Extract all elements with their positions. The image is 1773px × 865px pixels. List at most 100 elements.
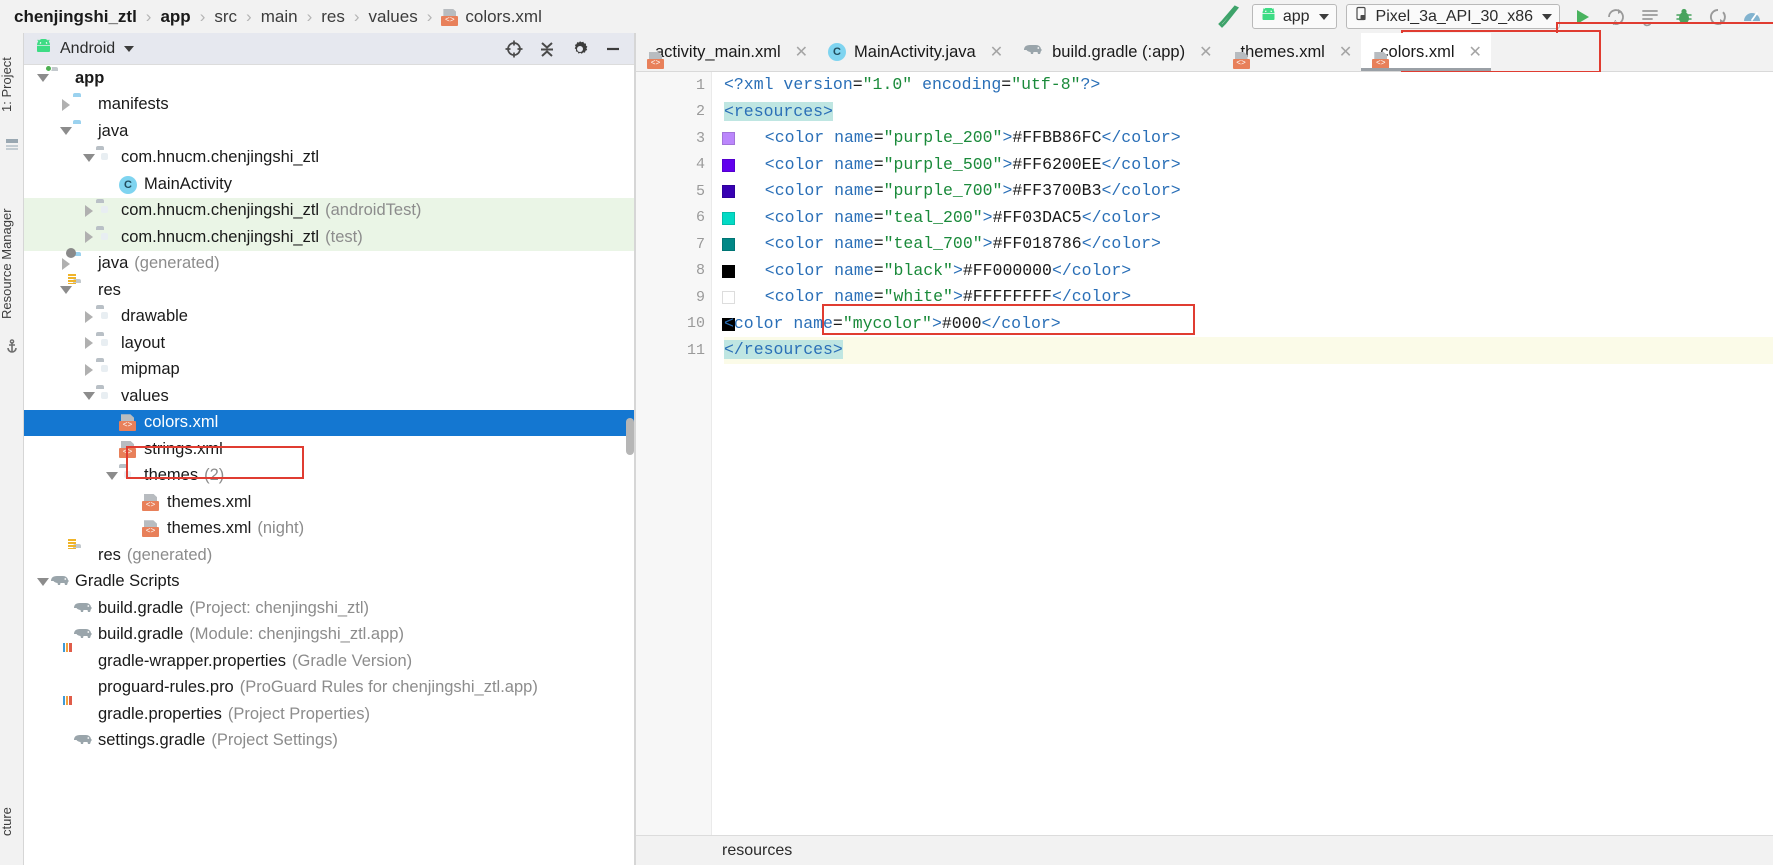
bug-icon[interactable]: [1671, 4, 1696, 29]
chevron-right-icon[interactable]: [82, 310, 96, 324]
device-selector[interactable]: Pixel_3a_API_30_x86: [1345, 4, 1560, 29]
code-token: =: [873, 154, 884, 174]
play-triangle-icon[interactable]: [1569, 4, 1594, 29]
tool-window-resource-manager[interactable]: Resource Manager: [0, 188, 23, 340]
code-line[interactable]: </resources>: [724, 337, 1773, 364]
tree-item-java[interactable]: java: [24, 118, 634, 145]
breadcrumb-item-label: main: [260, 6, 298, 26]
build-hammer-icon[interactable]: [1217, 4, 1243, 29]
tree-item-values[interactable]: values: [24, 383, 634, 410]
chevron-down-icon[interactable]: [59, 283, 73, 297]
chevron-right-icon[interactable]: [59, 257, 73, 271]
tree-item-gradle-scripts[interactable]: Gradle Scripts: [24, 569, 634, 596]
tree-item-res[interactable]: res (generated): [24, 538, 634, 569]
project-view-selector-label[interactable]: Android: [60, 40, 115, 58]
tree-item-gradle-properties[interactable]: gradle.properties (Project Properties): [24, 695, 634, 728]
tree-item-proguard-rules-pro[interactable]: proguard-rules.pro (ProGuard Rules for ch…: [24, 675, 634, 702]
tool-window-project[interactable]: 1: Project: [0, 39, 23, 131]
tree-item-manifests[interactable]: manifests: [24, 92, 634, 119]
anchor-icon[interactable]: [4, 339, 20, 355]
chevron-down-icon[interactable]: [82, 151, 96, 165]
tree-item-themes-xml[interactable]: <> themes.xml: [24, 489, 634, 516]
close-icon[interactable]: ✕: [1469, 42, 1482, 62]
tree-item-colors-xml[interactable]: <> colors.xml: [24, 409, 634, 436]
close-icon[interactable]: ✕: [795, 42, 808, 62]
tree-item-themes-xml[interactable]: <> themes.xml (night): [24, 516, 634, 543]
tree-item-build-gradle[interactable]: build.gradle (Module: chenjingshi_ztl.app…: [24, 622, 634, 649]
minimize-icon[interactable]: [603, 39, 623, 59]
editor-tab-colors-xml[interactable]: <> colors.xml ✕: [1361, 33, 1491, 71]
line-number: 3: [695, 129, 705, 147]
breadcrumb-item-chenjingshi-ztl[interactable]: chenjingshi_ztl: [14, 7, 137, 27]
breadcrumb-item-main[interactable]: main: [261, 7, 298, 27]
editor-tab-themes-xml[interactable]: <> themes.xml ✕: [1221, 33, 1362, 71]
tree-item-layout[interactable]: layout: [24, 330, 634, 357]
close-icon[interactable]: ✕: [1339, 42, 1352, 62]
code-line[interactable]: <color name="teal_200">#FF03DAC5</color>: [724, 205, 1773, 232]
chevron-down-icon[interactable]: [59, 124, 73, 138]
editor-tab-build-gradle-app-[interactable]: build.gradle (:app) ✕: [1012, 33, 1222, 71]
editor-gutter[interactable]: 1 2 3 4 5 6 7 8 9 10 11: [636, 72, 742, 835]
breadcrumb-item-app[interactable]: app: [160, 7, 190, 27]
editor-tab-activity-main-xml[interactable]: <> activity_main.xml ✕: [636, 33, 818, 71]
code-editor[interactable]: 1 2 3 4 5 6 7 8 9 10 11 <?xml version="1.0" encodi…: [636, 72, 1773, 835]
run-configuration-selector[interactable]: app: [1251, 4, 1337, 29]
attach-debugger-icon[interactable]: [1705, 4, 1730, 29]
chevron-right-icon[interactable]: [82, 230, 96, 244]
tree-item-res[interactable]: res: [24, 273, 634, 304]
tree-item-build-gradle[interactable]: build.gradle (Project: chenjingshi_ztl): [24, 595, 634, 622]
code-line[interactable]: <color name="teal_700">#FF018786</color>: [724, 231, 1773, 258]
project-tree-scrollbar[interactable]: [626, 418, 634, 455]
apply-changes-icon[interactable]: A: [1603, 4, 1628, 29]
breadcrumb-item-src[interactable]: src: [214, 7, 237, 27]
close-icon[interactable]: ✕: [1199, 42, 1212, 62]
chevron-down-icon[interactable]: [124, 45, 135, 52]
chevron-right-icon[interactable]: [82, 336, 96, 350]
code-line[interactable]: <?xml version="1.0" encoding="utf-8"?>: [724, 72, 1773, 99]
structure-stack-icon[interactable]: [4, 137, 20, 153]
tree-item-label: proguard-rules.pro: [98, 678, 234, 697]
tree-item-gradle-wrapper-properties[interactable]: gradle-wrapper.properties (Gradle Version…: [24, 642, 634, 675]
code-line[interactable]: <color name="white">#FFFFFFFF</color>: [724, 284, 1773, 311]
gutter-line: 6: [636, 205, 735, 232]
tree-item-java[interactable]: java (generated): [24, 248, 634, 278]
code-line[interactable]: <resources>: [724, 99, 1773, 126]
crosshair-target-icon[interactable]: [504, 39, 524, 59]
tree-item-mainactivity[interactable]: C MainActivity: [24, 171, 634, 198]
tree-item-app[interactable]: app: [24, 65, 634, 92]
tool-window-structure[interactable]: cture: [0, 783, 23, 861]
tree-item-com-hnucm-chenjingshi-ztl[interactable]: com.hnucm.chenjingshi_ztl (androidTest): [24, 197, 634, 224]
chevron-down-icon[interactable]: [36, 71, 50, 85]
breadcrumb-item-res[interactable]: res: [321, 7, 345, 27]
code-line[interactable]: <color name="black">#FF000000</color>: [724, 258, 1773, 285]
chevron-right-icon[interactable]: [82, 204, 96, 218]
close-icon[interactable]: ✕: [990, 42, 1003, 62]
breadcrumb-item-colors-xml[interactable]: <> colors.xml: [441, 7, 542, 27]
collapse-all-icon[interactable]: [537, 39, 557, 59]
profiler-gauge-icon[interactable]: [1739, 4, 1764, 29]
editor-code-text[interactable]: <?xml version="1.0" encoding="utf-8"?> <r…: [712, 72, 1773, 835]
code-line[interactable]: <color name="purple_200">#FFBB86FC</colo…: [724, 125, 1773, 152]
tree-item-mipmap[interactable]: mipmap: [24, 357, 634, 384]
tree-item-drawable[interactable]: drawable: [24, 304, 634, 331]
chevron-right-icon[interactable]: [59, 98, 73, 112]
tree-item-strings-xml[interactable]: <> strings.xml: [24, 436, 634, 463]
apply-code-changes-icon[interactable]: [1637, 4, 1662, 29]
generated-folder-icon: [66, 248, 92, 272]
tree-item-themes[interactable]: themes (2): [24, 463, 634, 490]
code-line[interactable]: <color name="purple_500">#FF6200EE</colo…: [724, 152, 1773, 179]
chevron-down-icon[interactable]: [82, 389, 96, 403]
tree-item-com-hnucm-chenjingshi-ztl[interactable]: com.hnucm.chenjingshi_ztl (test): [24, 224, 634, 251]
project-tree[interactable]: app manifests java com.hnucm.chenjingshi_zt…: [24, 65, 634, 865]
chevron-right-icon[interactable]: [82, 363, 96, 377]
chevron-down-icon[interactable]: [36, 575, 50, 589]
code-line[interactable]: <color name="mycolor">#000</color>: [724, 311, 1773, 338]
tree-item-com-hnucm-chenjingshi-ztl[interactable]: com.hnucm.chenjingshi_ztl: [24, 145, 634, 172]
chevron-down-icon[interactable]: [105, 469, 119, 483]
properties-file-icon: [63, 695, 92, 723]
code-line[interactable]: <color name="purple_700">#FF3700B3</colo…: [724, 178, 1773, 205]
editor-tab-mainactivity-java[interactable]: C MainActivity.java ✕: [817, 33, 1013, 71]
gear-icon[interactable]: [570, 39, 590, 59]
tree-item-settings-gradle[interactable]: settings.gradle (Project Settings): [24, 728, 634, 755]
breadcrumb-item-values[interactable]: values: [369, 7, 418, 27]
